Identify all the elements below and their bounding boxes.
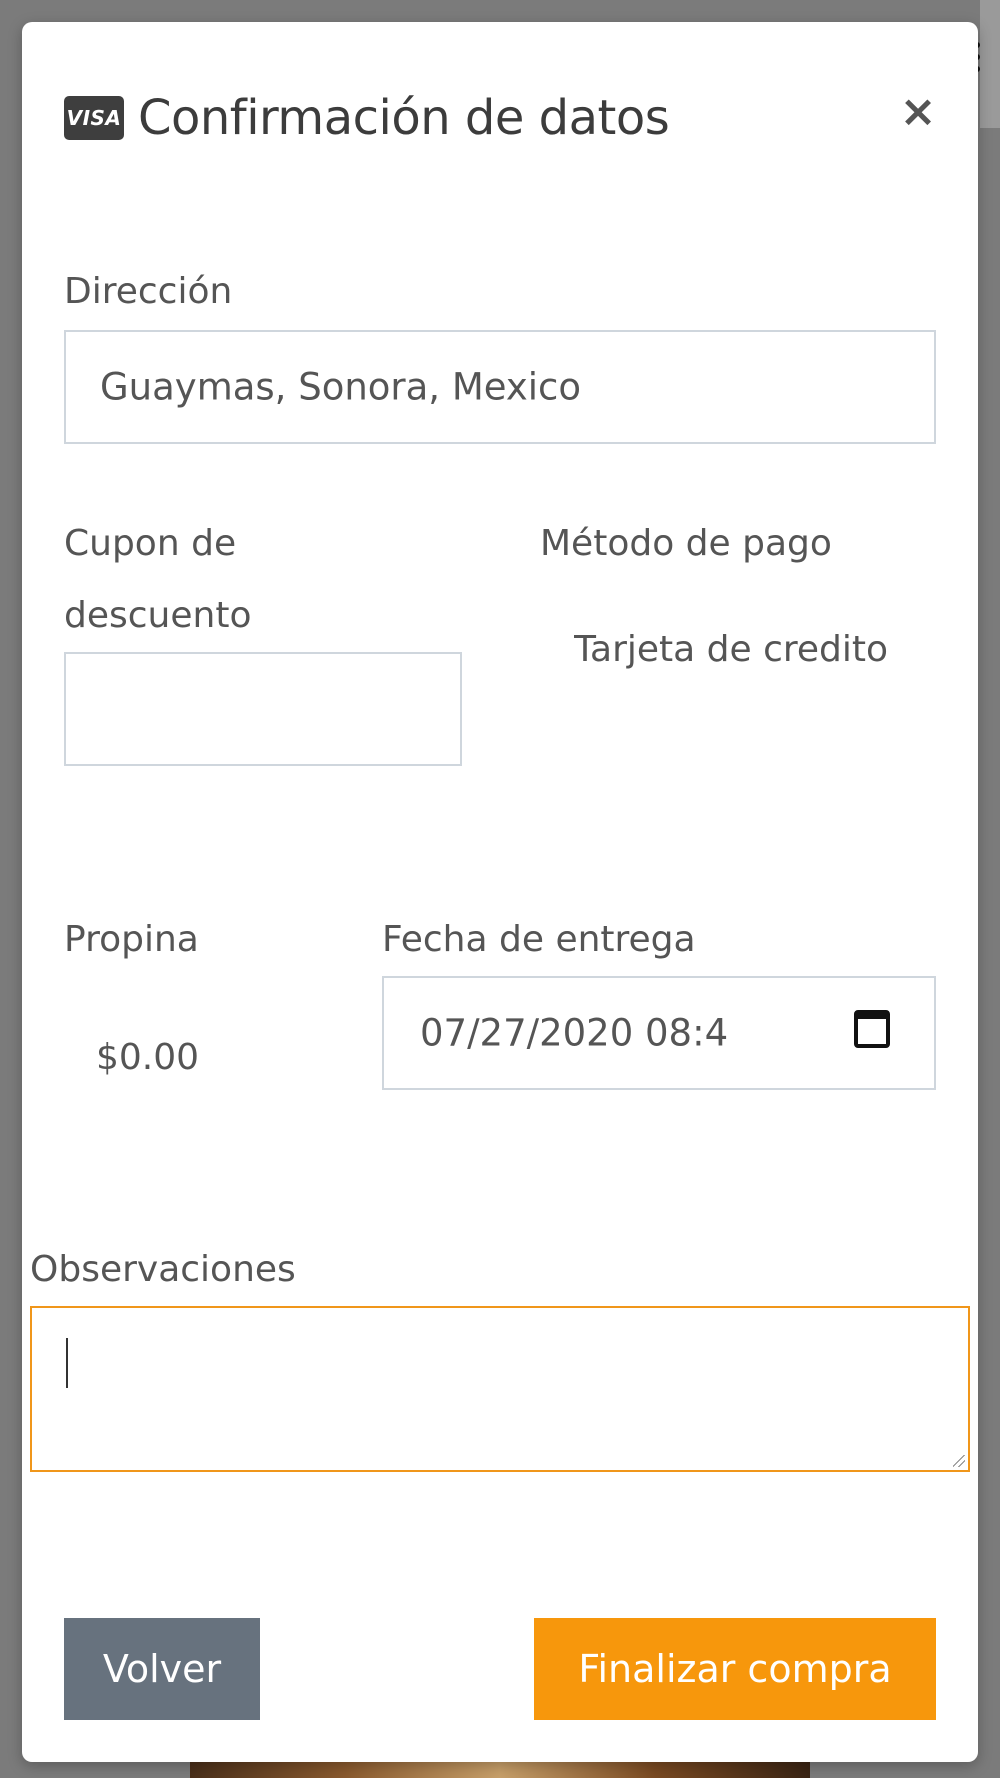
modal-title: Confirmación de datos <box>138 90 670 146</box>
delivery-date-input[interactable]: 07/27/2020 08:4 <box>382 976 936 1090</box>
visa-card-icon: VISA <box>64 96 124 140</box>
coupon-label-line1: Cupon de <box>64 523 237 564</box>
delivery-date-value: 07/27/2020 08:4 <box>420 1011 729 1055</box>
payment-method-label: Método de pago <box>540 523 832 564</box>
coupon-input[interactable] <box>64 652 462 766</box>
calendar-icon[interactable] <box>854 1010 890 1048</box>
modal-header: VISA Confirmación de datos × <box>64 78 938 158</box>
delivery-date-label: Fecha de entrega <box>382 919 696 960</box>
tip-label: Propina <box>64 919 199 960</box>
finish-purchase-button[interactable]: Finalizar compra <box>534 1618 936 1720</box>
address-input[interactable]: Guaymas, Sonora, Mexico <box>64 330 936 444</box>
payment-method-value: Tarjeta de credito <box>574 629 889 670</box>
tip-value: $0.00 <box>96 1037 200 1078</box>
notes-textarea[interactable] <box>30 1306 970 1472</box>
text-cursor <box>66 1338 68 1388</box>
backdrop-header <box>980 0 1000 128</box>
confirmation-modal: VISA Confirmación de datos × Dirección G… <box>22 22 978 1762</box>
address-value: Guaymas, Sonora, Mexico <box>100 365 582 409</box>
address-label: Dirección <box>64 271 233 312</box>
close-icon[interactable]: × <box>898 90 938 134</box>
back-button[interactable]: Volver <box>64 1618 260 1720</box>
resize-handle-icon[interactable] <box>953 1455 965 1467</box>
notes-label: Observaciones <box>30 1249 296 1290</box>
coupon-label-line2: descuento <box>64 595 252 636</box>
